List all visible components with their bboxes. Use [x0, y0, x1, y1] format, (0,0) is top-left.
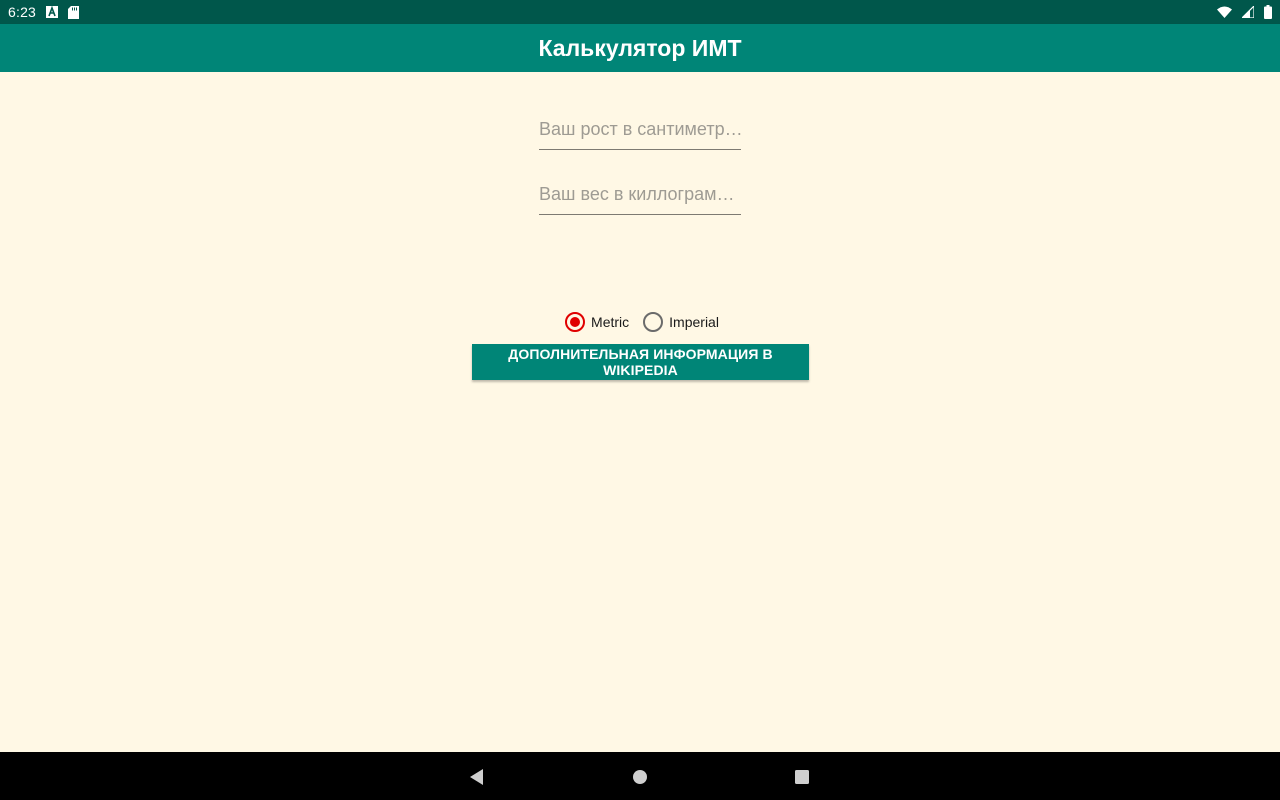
metric-radio-option[interactable]: Metric [565, 312, 629, 332]
imperial-radio-label[interactable]: Imperial [669, 314, 719, 330]
metric-radio-label[interactable]: Metric [591, 314, 629, 330]
weight-input[interactable] [539, 175, 741, 214]
weight-field-wrapper [539, 175, 741, 215]
app-bar: Калькулятор ИМТ [0, 24, 1280, 72]
height-input[interactable] [539, 110, 741, 149]
recents-icon[interactable] [793, 768, 811, 786]
navigation-bar [0, 752, 1280, 800]
main-content: Metric Imperial ДОПОЛНИТЕЛЬНАЯ ИНФОРМАЦИ… [0, 72, 1280, 752]
status-left: 6:23 [8, 4, 80, 20]
unit-radio-group: Metric Imperial [0, 312, 1280, 332]
imperial-radio-button[interactable] [643, 312, 664, 332]
back-icon[interactable] [468, 768, 486, 786]
status-time: 6:23 [8, 4, 37, 20]
wikipedia-info-button[interactable]: ДОПОЛНИТЕЛЬНАЯ ИНФОРМАЦИЯ В WIKIPEDIA [472, 344, 809, 380]
sd-card-icon [68, 5, 80, 19]
metric-radio-button[interactable] [565, 312, 586, 332]
status-bar: 6:23 [0, 0, 1280, 24]
signal-icon [1242, 6, 1254, 18]
status-right [1217, 5, 1272, 19]
imperial-radio-option[interactable]: Imperial [643, 312, 719, 332]
battery-icon [1264, 5, 1272, 19]
height-field-wrapper [539, 110, 741, 150]
app-title: Калькулятор ИМТ [538, 34, 742, 61]
font-a-icon [46, 6, 59, 18]
home-icon[interactable] [631, 768, 649, 786]
wifi-icon [1217, 6, 1232, 18]
